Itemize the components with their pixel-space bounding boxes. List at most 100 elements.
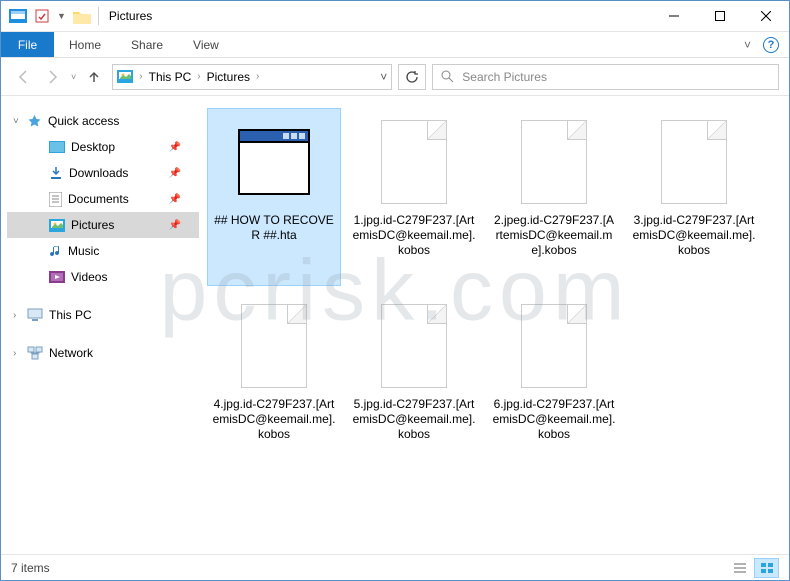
blank-file-icon <box>514 117 594 207</box>
content-area: ˅ Quick access Desktop 📌 Downloads 📌 Doc… <box>1 96 789 552</box>
chevron-right-icon[interactable]: › <box>197 71 200 82</box>
up-button[interactable] <box>82 65 106 89</box>
sidebar-item-music[interactable]: Music <box>7 238 199 264</box>
file-item[interactable]: ## HOW TO RECOVER ##.hta <box>207 108 341 286</box>
sidebar-item-pictures[interactable]: Pictures 📌 <box>7 212 199 238</box>
icons-view-button[interactable] <box>754 558 779 578</box>
search-input[interactable]: Search Pictures <box>432 64 779 90</box>
sidebar-item-label: Documents <box>68 192 129 206</box>
file-name: 6.jpg.id-C279F237.[ArtemisDC@keemail.me]… <box>488 397 620 442</box>
sidebar-item-desktop[interactable]: Desktop 📌 <box>7 134 199 160</box>
sidebar-quick-access[interactable]: ˅ Quick access <box>7 108 199 134</box>
search-placeholder: Search Pictures <box>462 70 547 84</box>
file-list[interactable]: ## HOW TO RECOVER ##.hta 1.jpg.id-C279F2… <box>199 96 789 552</box>
chevron-down-icon[interactable]: ˅ <box>13 116 19 127</box>
sidebar-item-label: This PC <box>49 308 92 322</box>
file-item[interactable]: 6.jpg.id-C279F237.[ArtemisDC@keemail.me]… <box>487 292 621 470</box>
pin-icon: 📌 <box>169 220 181 231</box>
sidebar-item-label: Pictures <box>71 218 114 232</box>
minimize-button[interactable] <box>651 1 697 31</box>
blank-file-icon <box>374 117 454 207</box>
blank-file-icon <box>514 301 594 391</box>
file-tab[interactable]: File <box>1 32 54 57</box>
breadcrumb-pictures[interactable]: Pictures <box>207 70 250 84</box>
downloads-icon <box>49 166 63 180</box>
item-count: 7 items <box>11 561 50 575</box>
help-icon[interactable]: ? <box>763 37 779 53</box>
hta-icon <box>234 117 314 207</box>
file-name: ## HOW TO RECOVER ##.hta <box>208 213 340 243</box>
pictures-icon <box>117 70 133 83</box>
ribbon: File Home Share View ˅ ? <box>1 32 789 58</box>
window-controls <box>651 1 789 31</box>
file-item[interactable]: 4.jpg.id-C279F237.[ArtemisDC@keemail.me]… <box>207 292 341 470</box>
ribbon-expand-icon[interactable]: ˅ <box>744 38 751 52</box>
quick-access-toolbar: ▼ <box>1 8 92 24</box>
refresh-button[interactable] <box>398 64 426 90</box>
sidebar-item-label: Downloads <box>69 166 128 180</box>
sidebar: ˅ Quick access Desktop 📌 Downloads 📌 Doc… <box>1 96 199 552</box>
pictures-icon <box>49 219 65 232</box>
window-title: Pictures <box>105 9 152 23</box>
titlebar-divider <box>98 7 99 25</box>
file-item[interactable]: 1.jpg.id-C279F237.[ArtemisDC@keemail.me]… <box>347 108 481 286</box>
back-button[interactable] <box>11 65 35 89</box>
sidebar-item-label: Desktop <box>71 140 115 154</box>
sidebar-item-label: Network <box>49 346 93 360</box>
recent-dropdown-icon[interactable]: ˅ <box>71 72 76 82</box>
close-button[interactable] <box>743 1 789 31</box>
sidebar-item-documents[interactable]: Documents 📌 <box>7 186 199 212</box>
maximize-button[interactable] <box>697 1 743 31</box>
videos-icon <box>49 271 65 283</box>
forward-button[interactable] <box>41 65 65 89</box>
blank-file-icon <box>654 117 734 207</box>
file-item[interactable]: 3.jpg.id-C279F237.[ArtemisDC@keemail.me]… <box>627 108 761 286</box>
blank-file-icon <box>234 301 314 391</box>
documents-icon <box>49 192 62 207</box>
file-name: 3.jpg.id-C279F237.[ArtemisDC@keemail.me]… <box>628 213 760 258</box>
desktop-icon <box>49 141 65 153</box>
properties-icon[interactable] <box>33 8 51 24</box>
chevron-right-icon[interactable]: › <box>139 71 142 82</box>
chevron-right-icon[interactable]: › <box>256 71 259 82</box>
sidebar-item-label: Music <box>68 244 99 258</box>
chevron-right-icon[interactable]: › <box>13 348 16 359</box>
blank-file-icon <box>374 301 454 391</box>
pin-icon: 📌 <box>169 142 181 153</box>
file-item[interactable]: 2.jpeg.id-C279F237.[ArtemisDC@keemail.me… <box>487 108 621 286</box>
status-bar: 7 items <box>1 554 789 580</box>
sidebar-item-label: Quick access <box>48 114 119 128</box>
folder-icon <box>72 8 92 24</box>
sidebar-item-downloads[interactable]: Downloads 📌 <box>7 160 199 186</box>
sidebar-item-label: Videos <box>71 270 107 284</box>
tab-view[interactable]: View <box>178 32 234 57</box>
sidebar-this-pc[interactable]: › This PC <box>7 302 199 328</box>
file-item[interactable]: 5.jpg.id-C279F237.[ArtemisDC@keemail.me]… <box>347 292 481 470</box>
address-bar[interactable]: › This PC › Pictures › ˅ <box>112 64 392 90</box>
address-dropdown-icon[interactable]: ˅ <box>380 70 387 84</box>
explorer-icon <box>9 8 27 24</box>
file-name: 5.jpg.id-C279F237.[ArtemisDC@keemail.me]… <box>348 397 480 442</box>
search-icon <box>441 70 454 83</box>
file-name: 1.jpg.id-C279F237.[ArtemisDC@keemail.me]… <box>348 213 480 258</box>
file-name: 4.jpg.id-C279F237.[ArtemisDC@keemail.me]… <box>208 397 340 442</box>
tab-share[interactable]: Share <box>116 32 178 57</box>
pin-icon: 📌 <box>169 168 181 179</box>
navigation-bar: ˅ › This PC › Pictures › ˅ Search Pictur… <box>1 58 789 96</box>
sidebar-item-videos[interactable]: Videos <box>7 264 199 290</box>
network-icon <box>27 346 43 360</box>
qat-dropdown-icon[interactable]: ▼ <box>57 11 66 21</box>
file-name: 2.jpeg.id-C279F237.[ArtemisDC@keemail.me… <box>488 213 620 258</box>
music-icon <box>49 244 62 259</box>
titlebar: ▼ Pictures <box>1 1 789 32</box>
this-pc-icon <box>27 308 43 322</box>
details-view-button[interactable] <box>727 558 752 578</box>
breadcrumb-this-pc[interactable]: This PC <box>149 70 192 84</box>
view-toggle <box>727 558 779 578</box>
sidebar-network[interactable]: › Network <box>7 340 199 366</box>
chevron-right-icon[interactable]: › <box>13 310 16 321</box>
pin-icon: 📌 <box>169 194 181 205</box>
ribbon-right: ˅ ? <box>744 32 789 57</box>
star-icon <box>27 114 42 129</box>
tab-home[interactable]: Home <box>54 32 116 57</box>
